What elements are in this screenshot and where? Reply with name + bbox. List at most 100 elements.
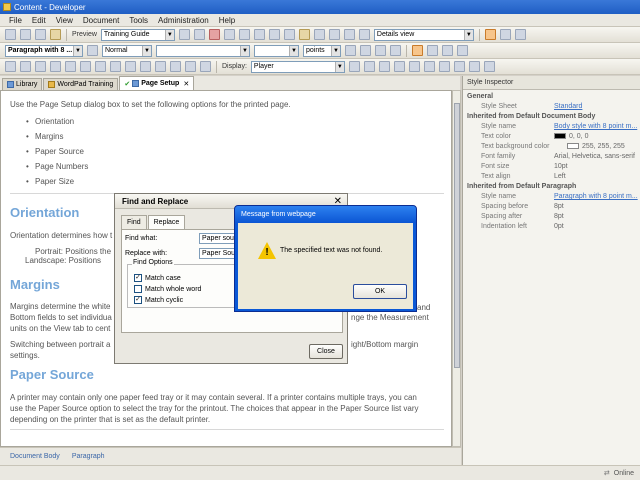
print-icon[interactable] — [35, 29, 46, 40]
section-general[interactable]: General — [467, 93, 493, 100]
message-title-bar[interactable]: Message from webpage — [235, 206, 416, 223]
chevron-down-icon: ▼ — [334, 61, 344, 72]
tool-icon[interactable] — [358, 29, 370, 40]
align-left-icon[interactable] — [412, 45, 423, 56]
symbol-icon[interactable] — [170, 61, 181, 72]
font-family-select[interactable]: ▼ — [156, 44, 250, 57]
ok-button[interactable]: OK — [353, 284, 407, 299]
link-icon[interactable] — [298, 29, 310, 40]
properties-icon[interactable] — [193, 29, 205, 40]
size-unit-select[interactable]: points ▼ — [303, 44, 341, 57]
font-select[interactable]: Normal ▼ — [102, 44, 152, 57]
layout-icon[interactable] — [484, 29, 496, 40]
match-whole-word-checkbox[interactable]: Match whole word — [134, 285, 201, 293]
style-sheet-link[interactable]: Standard — [554, 103, 582, 110]
font-size-select[interactable]: ▼ — [254, 44, 299, 57]
main-toolbar: Preview Training Guide ▼ Details view ▼ — [0, 27, 640, 43]
row-icon[interactable] — [80, 61, 91, 72]
paper-text-3: depending on the printer that is set as … — [10, 415, 211, 424]
vertical-scrollbar[interactable] — [452, 90, 461, 447]
undo-icon[interactable] — [268, 29, 280, 40]
format-toolbar: Paragraph with 8 ... ▼ Normal ▼ ▼ ▼ points… — [0, 43, 640, 59]
style-name-link[interactable]: Body style with 8 point m... — [554, 123, 637, 130]
image-icon[interactable] — [313, 29, 325, 40]
outdent-icon[interactable] — [35, 61, 46, 72]
find-icon[interactable] — [178, 29, 190, 40]
help-icon[interactable] — [343, 29, 355, 40]
menu-file[interactable]: File — [4, 16, 27, 25]
align-center-icon[interactable] — [427, 45, 438, 56]
field-icon[interactable] — [200, 61, 211, 72]
new-icon[interactable] — [5, 29, 16, 40]
menu-help[interactable]: Help — [214, 16, 240, 25]
display-select[interactable]: Player ▼ — [250, 60, 345, 73]
redo-icon[interactable] — [283, 29, 295, 40]
landscape-text: Landscape: Positions — [25, 256, 102, 265]
table-icon[interactable] — [328, 29, 340, 40]
scroll-thumb[interactable] — [454, 103, 460, 368]
match-case-checkbox[interactable]: ✓ Match case — [134, 274, 181, 282]
anchor-icon[interactable] — [453, 61, 465, 72]
save-icon[interactable] — [20, 29, 31, 40]
merge-icon[interactable] — [110, 61, 121, 72]
tab-replace[interactable]: Replace — [147, 215, 186, 229]
superscript-icon[interactable] — [363, 61, 375, 72]
menu-document[interactable]: Document — [78, 16, 124, 25]
highlight-icon[interactable] — [408, 61, 420, 72]
spell-icon[interactable] — [438, 61, 450, 72]
style-name-2-link[interactable]: Paragraph with 8 point m... — [554, 193, 638, 200]
chevron-down-icon: ▼ — [240, 45, 249, 56]
tab-wordpad-training[interactable]: WordPad Training — [43, 78, 119, 90]
pagebreak-icon[interactable] — [185, 61, 196, 72]
heading-margins: Margins — [10, 277, 60, 292]
italic-icon[interactable] — [375, 45, 386, 56]
section-inherited-body[interactable]: Inherited from Default Document Body — [467, 113, 595, 120]
tab-library[interactable]: Library — [2, 78, 43, 90]
paste-icon[interactable] — [253, 29, 265, 40]
copy-icon[interactable] — [238, 29, 250, 40]
text-size-icon[interactable] — [348, 61, 360, 72]
menu-tools[interactable]: Tools — [124, 16, 153, 25]
section-inherited-paragraph[interactable]: Inherited from Default Paragraph — [467, 183, 576, 190]
find-what-input[interactable]: Paper sou — [199, 233, 239, 244]
menu-edit[interactable]: Edit — [27, 16, 51, 25]
grid-icon[interactable] — [499, 29, 511, 40]
list-icon[interactable] — [514, 29, 526, 40]
delete-icon[interactable] — [208, 29, 220, 40]
replace-with-input[interactable]: Paper Sou — [199, 248, 239, 259]
preview-button[interactable]: Preview — [70, 31, 99, 38]
media-icon[interactable] — [468, 61, 480, 72]
view-select[interactable]: Details view ▼ — [373, 28, 474, 41]
menu-view[interactable]: View — [51, 16, 78, 25]
guide-select[interactable]: Training Guide ▼ — [100, 28, 175, 41]
tab-find[interactable]: Find — [121, 215, 147, 229]
indent-icon[interactable] — [50, 61, 61, 72]
crumb-paragraph[interactable]: Paragraph — [72, 453, 105, 460]
strikethrough-icon[interactable] — [393, 61, 405, 72]
open-icon[interactable] — [50, 29, 61, 40]
bold-icon[interactable] — [360, 45, 371, 56]
border-icon[interactable] — [140, 61, 151, 72]
column-icon[interactable] — [95, 61, 106, 72]
cut-icon[interactable] — [223, 29, 235, 40]
close-button[interactable]: Close — [309, 344, 343, 359]
close-tab-icon[interactable]: ✕ — [183, 80, 189, 88]
table-insert-icon[interactable] — [65, 61, 76, 72]
numbering-icon[interactable] — [20, 61, 31, 72]
clear-format-icon[interactable] — [483, 61, 495, 72]
tab-page-setup[interactable]: ✔ Page Setup ✕ — [119, 76, 195, 90]
edit-icon[interactable] — [423, 61, 435, 72]
subscript-icon[interactable] — [378, 61, 390, 72]
bullets-icon[interactable] — [5, 61, 16, 72]
shading-icon[interactable] — [155, 61, 166, 72]
align-right-icon[interactable] — [442, 45, 453, 56]
style-icon[interactable] — [87, 45, 98, 56]
match-cyclic-checkbox[interactable]: ✓ Match cyclic — [134, 296, 183, 304]
justify-icon[interactable] — [457, 45, 468, 56]
font-color-icon[interactable] — [345, 45, 356, 56]
crumb-document-body[interactable]: Document Body — [10, 453, 60, 460]
underline-icon[interactable] — [390, 45, 401, 56]
menu-administration[interactable]: Administration — [153, 16, 214, 25]
split-icon[interactable] — [125, 61, 136, 72]
style-select[interactable]: Paragraph with 8 ... ▼ — [5, 44, 83, 57]
